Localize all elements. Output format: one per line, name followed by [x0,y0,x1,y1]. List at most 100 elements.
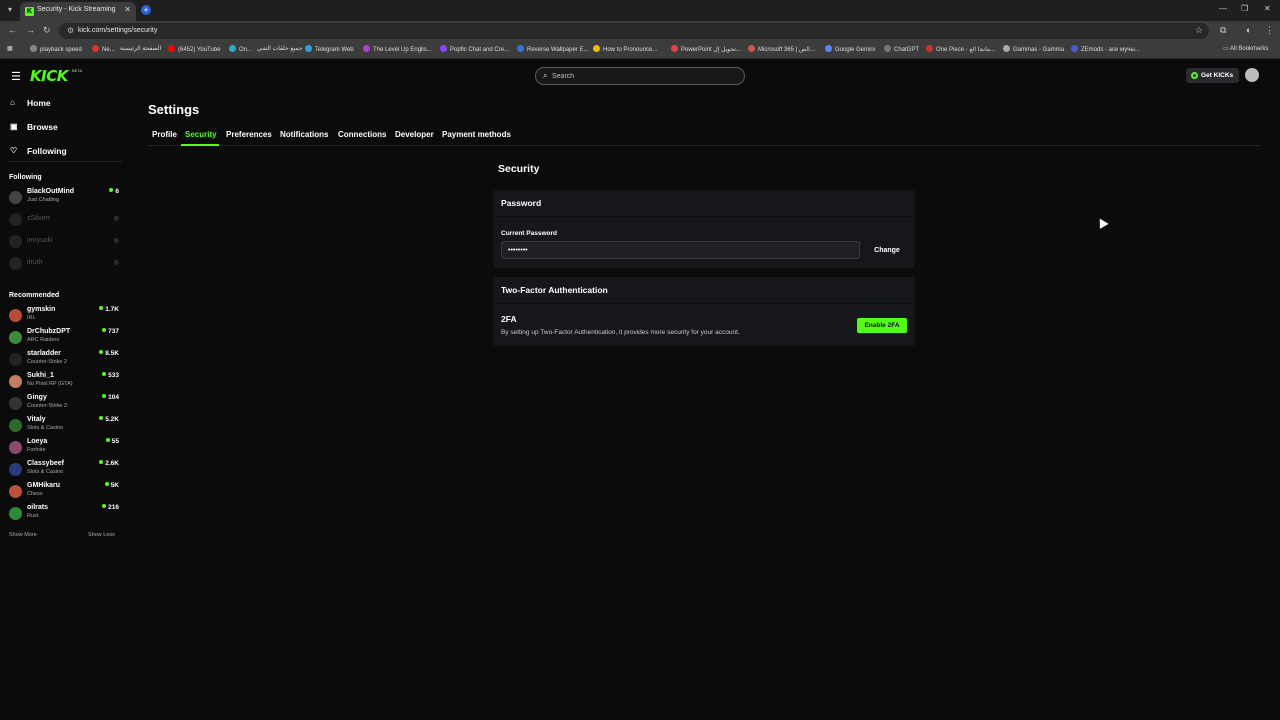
bookmark-item[interactable]: ChatGPT [884,45,919,53]
live-dot-icon [102,372,107,376]
viewer-count: 5K [104,482,119,489]
minimize-icon[interactable]: — [1219,4,1227,13]
following-channel[interactable]: zSilverr ◍ [9,210,121,230]
profile-icon[interactable]: ◐ [1246,25,1251,35]
kick-favicon-icon: K [25,7,34,16]
url-text[interactable]: kick.com/settings/security [78,27,157,34]
viewer-count: 6 [109,188,119,195]
recommended-channel[interactable]: Vitaly Slots & Casino 5.2K [9,416,121,436]
browser-tab[interactable]: K Security - Kick Streaming ✕ [20,2,136,21]
bookmark-item[interactable]: الصفحة الرئيسية [120,45,161,52]
channel-avatar [9,397,22,410]
offline-icon: ◍ [113,216,119,222]
following-channel[interactable]: imryuzki ◍ [9,232,121,252]
viewer-count: 55 [105,438,119,445]
viewer-count: 2.6K [99,460,119,467]
tab-profile[interactable]: Profile [152,130,177,139]
recommended-channel[interactable]: oilrats Rust 216 [9,504,121,524]
search-bar[interactable]: ⌕ [535,67,745,85]
two-factor-label: 2FA [501,314,517,324]
browser-menu-icon[interactable]: ⋮ [1265,25,1274,36]
extensions-icon[interactable]: ⧉ [1220,25,1226,36]
bookmark-item[interactable]: Popfic Chat and Cre... [440,45,509,53]
bookmark-item[interactable]: ZEmods - ace мучы... [1071,45,1140,53]
channel-name: GMHikaru [27,482,61,489]
recommended-channel[interactable]: DrChubzDPT ARC Raiders 737 [9,328,121,348]
recommended-channel[interactable]: gymskin IRL 1.7K [9,306,121,326]
following-channel[interactable]: itruth ◍ [9,254,121,274]
user-avatar[interactable] [1245,68,1259,82]
show-more-link[interactable]: Show More [9,532,37,538]
new-tab-button[interactable]: + [141,5,151,15]
show-less-link[interactable]: Show Less [88,532,115,538]
viewer-count: 216 [102,504,119,511]
all-bookmarks-button[interactable]: ▭ All Bookmarks [1223,45,1268,52]
bookmarks-bar: ▦ playback speed Ne... الصفحة الرئيسية (… [0,41,1280,59]
bookmark-item[interactable]: (6452) YouTube [168,45,220,53]
bookmark-item[interactable]: PowerPoint تحويل إل... [671,45,741,53]
live-dot-icon [99,350,104,354]
search-input[interactable] [552,69,732,83]
channel-category: Chess [27,491,43,497]
tab-search-icon[interactable]: ▾ [4,4,16,16]
channel-name: Sukhi_1 [27,372,54,379]
reload-icon[interactable]: ↻ [43,25,51,36]
hamburger-menu-icon[interactable]: ☰ [11,70,21,83]
back-icon[interactable]: ← [8,25,17,35]
tab-notifications[interactable]: Notifications [280,130,328,139]
window-close-icon[interactable]: ✕ [1264,4,1271,13]
bookmark-item[interactable]: Telegram Web [305,45,354,53]
channel-category: Slots & Casino [27,469,64,475]
channel-category: Rust [27,513,39,519]
bookmark-star-icon[interactable]: ☆ [1195,25,1203,36]
two-factor-card-title: Two-Factor Authentication [501,285,608,295]
recommended-channel[interactable]: starladder Counter-Strike 2 8.5K [9,350,121,370]
bookmark-item[interactable]: Ne... [92,45,115,53]
bookmark-item[interactable]: Microsoft 365 | الص... [748,45,815,53]
address-bar[interactable]: ⚙ kick.com/settings/security ☆ [59,23,1209,39]
live-dot-icon [102,504,107,508]
channel-avatar [9,331,22,344]
change-password-button[interactable]: Change [866,243,908,257]
get-kicks-button[interactable]: Get KICKs [1186,68,1239,83]
following-channel[interactable]: BlackOutMind Just Chatting 6 [9,188,121,208]
channel-category: ARC Raiders [27,337,60,343]
bookmark-item[interactable]: The Level Up Englis... [363,45,432,53]
tab-developer[interactable]: Developer [395,130,434,139]
recommended-channel[interactable]: Gingy Counter-Strike 2 104 [9,394,121,414]
tab-connections[interactable]: Connections [338,130,386,139]
beta-badge: BETA [72,68,83,73]
password-card-header: Password [493,190,915,217]
restore-icon[interactable]: ❐ [1241,4,1248,13]
bookmark-item[interactable]: How to Pronounce... [593,45,657,53]
apps-icon[interactable]: ▦ [7,45,13,52]
bookmark-item[interactable]: One Piece - مانجا الع... [926,45,995,53]
bookmark-item[interactable]: Reverse Wallpaper E... [517,45,588,53]
current-password-field[interactable] [501,241,860,259]
tab-close-icon[interactable]: ✕ [124,5,131,14]
bookmark-item[interactable]: playback speed [30,45,82,53]
tab-security[interactable]: Security [185,130,217,139]
forward-icon[interactable]: → [26,25,35,35]
recommended-channel[interactable]: Classybeef Slots & Casino 2.6K [9,460,121,480]
channel-category: Fortnite [27,447,46,453]
live-dot-icon [105,438,110,442]
mouse-cursor-icon [1095,216,1109,229]
recommended-channel[interactable]: Sukhi_1 No Pixel RP (GTA) 533 [9,372,121,392]
recommended-channel[interactable]: GMHikaru Chess 5K [9,482,121,502]
kick-logo[interactable]: KICK [30,67,68,85]
site-info-icon[interactable]: ⚙ [67,26,74,35]
tab-preferences[interactable]: Preferences [226,130,272,139]
enable-2fa-button[interactable]: Enable 2FA [857,318,907,333]
live-dot-icon [99,416,104,420]
recommended-channel[interactable]: Loeya Fortnite 55 [9,438,121,458]
viewer-count: 104 [102,394,119,401]
tab-payment-methods[interactable]: Payment methods [442,130,511,139]
bookmark-item[interactable]: جميع حلقات الشي [257,45,303,52]
bookmark-item[interactable]: Gammas - Gamma [1003,45,1064,53]
channel-category: Counter-Strike 2 [27,359,68,365]
password-card: Password Current Password Change [493,190,915,268]
bookmark-item[interactable]: On... [229,45,252,53]
bookmark-item[interactable]: Google Gemini [825,45,875,53]
live-dot-icon [109,188,114,192]
